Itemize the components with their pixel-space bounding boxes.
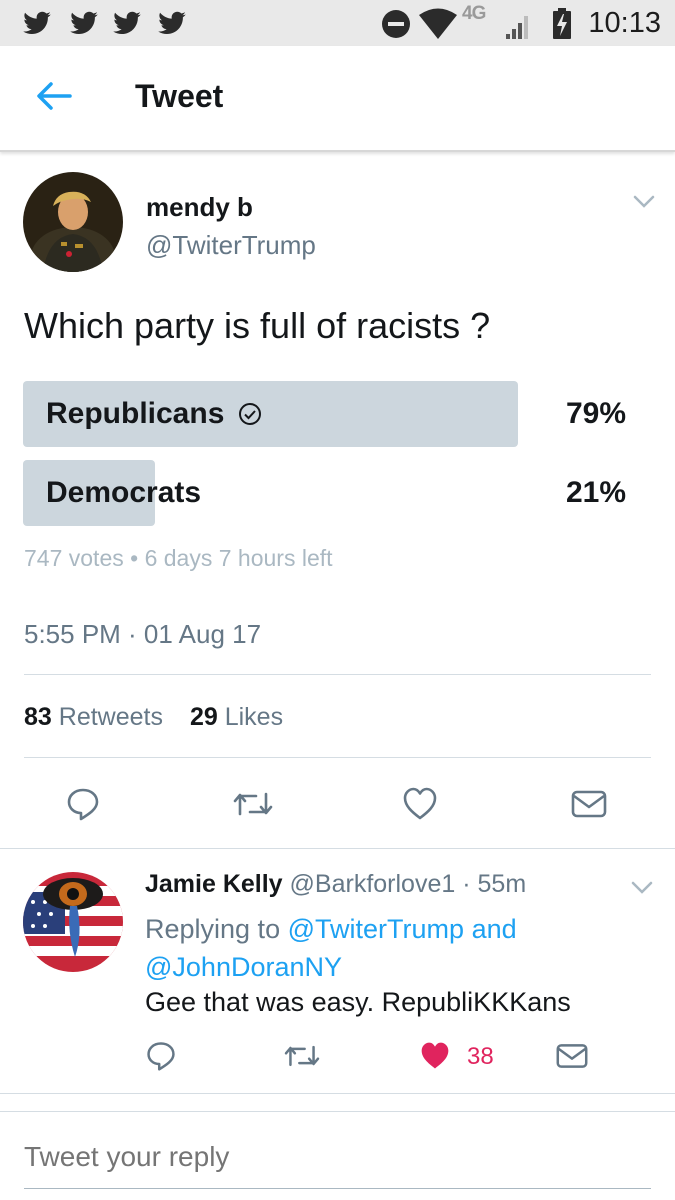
poll-option-text: Democrats <box>46 476 202 509</box>
divider <box>24 674 651 675</box>
battery-charging-icon <box>552 8 572 40</box>
back-arrow-icon[interactable] <box>34 76 74 116</box>
wifi-icon <box>418 8 458 40</box>
poll-meta: 747 votes • 6 days 7 hours left <box>24 545 333 571</box>
twitter-bird-icon <box>155 8 189 38</box>
avatar[interactable] <box>23 172 123 272</box>
divider <box>24 757 651 758</box>
twitter-bird-icon <box>67 8 101 38</box>
author-handle[interactable]: @TwiterTrump <box>146 230 316 261</box>
like-icon[interactable] <box>402 786 438 822</box>
divider <box>0 848 675 849</box>
avatar[interactable] <box>23 872 123 972</box>
retweets-stat[interactable]: 83 Retweets <box>24 703 163 731</box>
tweet-text: Which party is full of racists ? <box>24 305 491 346</box>
replying-to: Replying to @TwiterTrump and @JohnDoranN… <box>145 910 565 986</box>
retweet-icon[interactable] <box>283 1040 321 1072</box>
mention-link[interactable]: @TwiterTrump <box>288 914 464 944</box>
reply-time: · 55m <box>462 870 527 898</box>
like-icon-filled[interactable] <box>418 1040 452 1072</box>
twitter-bird-icon <box>20 8 54 38</box>
input-underline <box>24 1188 651 1189</box>
poll-option-percent: 79% <box>565 397 626 430</box>
mention-link[interactable]: @JohnDoranNY <box>145 952 342 982</box>
like-count: 38 <box>467 1043 494 1070</box>
status-time: 10:13 <box>588 7 661 39</box>
twitter-bird-icon <box>110 8 144 38</box>
reply-header: Jamie Kelly @Barkforlove1 · 55m <box>145 870 526 899</box>
reply-input[interactable] <box>24 1141 644 1173</box>
direct-message-icon[interactable] <box>555 1040 589 1072</box>
divider <box>0 1093 675 1094</box>
poll-option-label: Republicans <box>46 397 262 431</box>
divider <box>0 1111 675 1112</box>
do-not-disturb-icon <box>381 9 411 39</box>
tweet-stats: 83 Retweets 29 Likes <box>24 703 283 732</box>
network-type: 4G <box>462 3 486 24</box>
replying-to-label: Replying to <box>145 914 281 944</box>
tweet-timestamp: 5:55 PM · 01 Aug 17 <box>24 619 262 649</box>
poll-option-percent: 21% <box>565 476 626 509</box>
chevron-down-icon[interactable] <box>630 880 654 896</box>
reply-author-name[interactable]: Jamie Kelly <box>145 870 283 898</box>
reply-author-handle[interactable]: @Barkforlove1 <box>290 870 456 898</box>
direct-message-icon[interactable] <box>570 786 608 822</box>
poll-option-label: Democrats <box>46 476 201 510</box>
replying-to-and[interactable]: and <box>472 914 517 944</box>
cell-signal-icon <box>505 12 531 40</box>
chevron-down-icon[interactable] <box>632 194 656 210</box>
page-title: Tweet <box>135 78 224 114</box>
likes-stat[interactable]: 29 Likes <box>190 703 283 731</box>
reply-icon[interactable] <box>145 1040 177 1072</box>
check-circle-icon <box>238 402 262 426</box>
reply-icon[interactable] <box>65 786 101 822</box>
retweet-icon[interactable] <box>232 786 274 822</box>
status-bar: 4G 10:13 <box>0 0 675 46</box>
author-display-name[interactable]: mendy b <box>146 192 253 223</box>
reply-text: Gee that was easy. RepubliKKKans <box>145 987 571 1017</box>
poll-option-text: Republicans <box>46 397 225 430</box>
app-bar: Tweet <box>0 46 675 152</box>
